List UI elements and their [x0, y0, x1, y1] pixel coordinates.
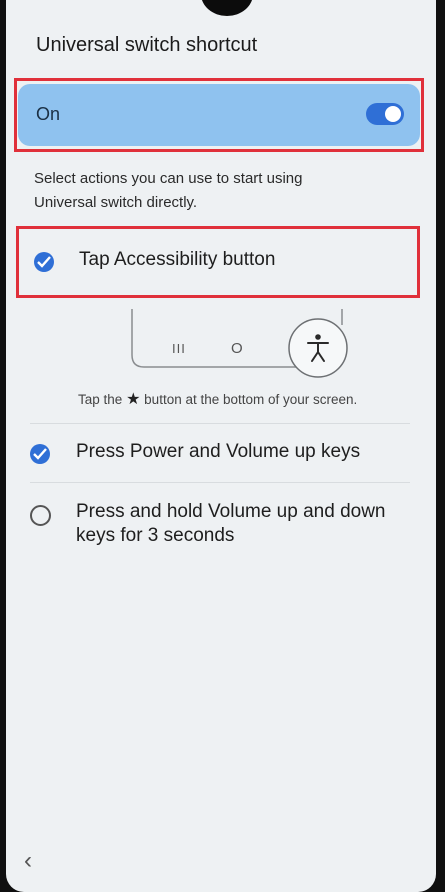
home-glyph: O	[231, 340, 243, 357]
highlight-tap-accessibility	[16, 226, 420, 298]
camera-notch	[201, 0, 253, 16]
option-label: Press and hold Volume up and down keys f…	[76, 501, 386, 546]
divider	[30, 423, 410, 424]
helper-text: Tap the ★ button at the bottom of your s…	[78, 389, 357, 409]
highlight-master-switch	[14, 78, 424, 152]
description-text: Select actions you can use to start usin…	[34, 170, 303, 211]
accessibility-icon: ★	[126, 391, 141, 408]
helper-prefix: Tap the	[78, 392, 123, 407]
helper-suffix: button at the bottom of your screen.	[144, 392, 358, 407]
check-icon[interactable]	[30, 444, 50, 464]
screen: Universal switch shortcut On Select acti…	[6, 0, 436, 892]
back-chevron-icon[interactable]: ‹	[24, 848, 50, 874]
divider	[30, 482, 410, 483]
radio-button[interactable]	[30, 505, 51, 526]
page-title: Universal switch shortcut	[36, 34, 258, 56]
option-label: Press Power and Volume up keys	[76, 441, 361, 462]
recents-glyph: III	[172, 341, 186, 356]
